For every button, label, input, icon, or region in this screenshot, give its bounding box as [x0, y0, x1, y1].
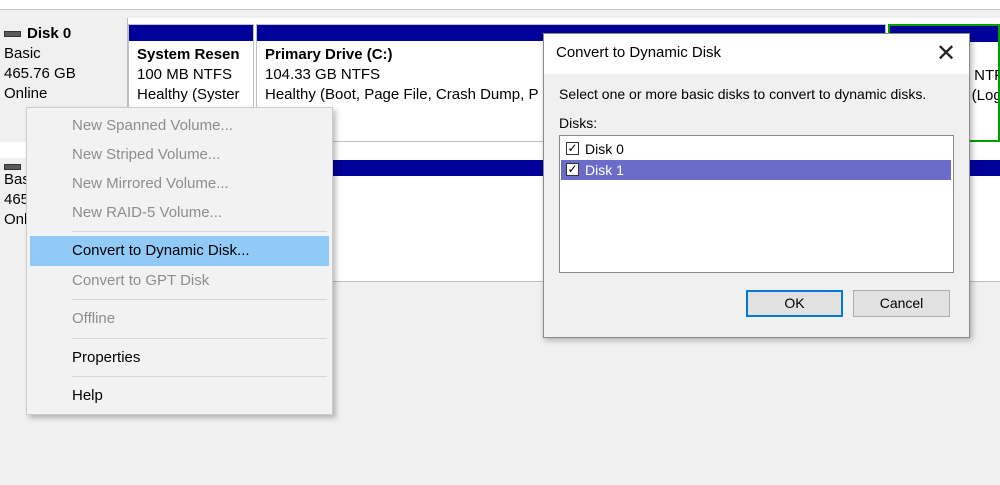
ok-button[interactable]: OK	[746, 290, 843, 317]
menu-item-new-mirrored-volume[interactable]: New Mirrored Volume...	[30, 169, 329, 199]
menu-item-new-spanned-volume[interactable]: New Spanned Volume...	[30, 111, 329, 141]
disks-listbox[interactable]: ✓ Disk 0 ✓ Disk 1	[559, 135, 954, 273]
menu-item-new-raid5-volume[interactable]: New RAID-5 Volume...	[30, 198, 329, 228]
menu-separator	[72, 338, 327, 339]
menu-separator	[72, 231, 327, 232]
menu-item-properties[interactable]: Properties	[30, 343, 329, 373]
dialog-title: Convert to Dynamic Disk	[556, 44, 722, 61]
disk-drive-icon	[4, 31, 21, 37]
disk-0-status: Online	[4, 85, 48, 102]
partition-name: System Resen	[137, 46, 240, 63]
partition-size: 100 MB NTFS	[137, 66, 233, 83]
close-icon[interactable]: ✕	[923, 34, 969, 74]
disk-list-item-label: Disk 0	[585, 141, 624, 157]
partition-bar	[129, 25, 253, 41]
menu-item-convert-to-gpt-disk[interactable]: Convert to GPT Disk	[30, 266, 329, 296]
disk-0-name: Disk 0	[27, 25, 72, 42]
disk-list-item-disk-1[interactable]: ✓ Disk 1	[561, 160, 951, 180]
convert-to-dynamic-disk-dialog: Convert to Dynamic Disk ✕ Select one or …	[543, 33, 970, 338]
menu-item-help[interactable]: Help	[30, 381, 329, 411]
disk-0-type: Basic	[4, 45, 41, 62]
checkbox-checked-icon[interactable]: ✓	[566, 142, 579, 155]
menu-item-new-striped-volume[interactable]: New Striped Volume...	[30, 140, 329, 170]
disks-label: Disks:	[559, 115, 598, 131]
disk-list-item-label: Disk 1	[585, 162, 624, 178]
toolbar-strip	[0, 0, 1000, 10]
checkbox-checked-icon[interactable]: ✓	[566, 163, 579, 176]
dialog-description: Select one or more basic disks to conver…	[559, 86, 927, 102]
disk-context-menu: New Spanned Volume... New Striped Volume…	[26, 107, 333, 415]
menu-item-convert-to-dynamic-disk[interactable]: Convert to Dynamic Disk...	[30, 236, 329, 266]
disk-list-item-disk-0[interactable]: ✓ Disk 0	[561, 139, 951, 159]
dialog-titlebar[interactable]: Convert to Dynamic Disk ✕	[544, 34, 969, 74]
cancel-button[interactable]: Cancel	[853, 290, 950, 317]
menu-separator	[72, 376, 327, 377]
disk-0-size: 465.76 GB	[4, 65, 76, 82]
menu-separator	[72, 299, 327, 300]
disk-0-name-row: Disk 0	[4, 24, 127, 44]
menu-item-offline[interactable]: Offline	[30, 304, 329, 334]
partition-status: Healthy (Syster	[137, 86, 240, 103]
